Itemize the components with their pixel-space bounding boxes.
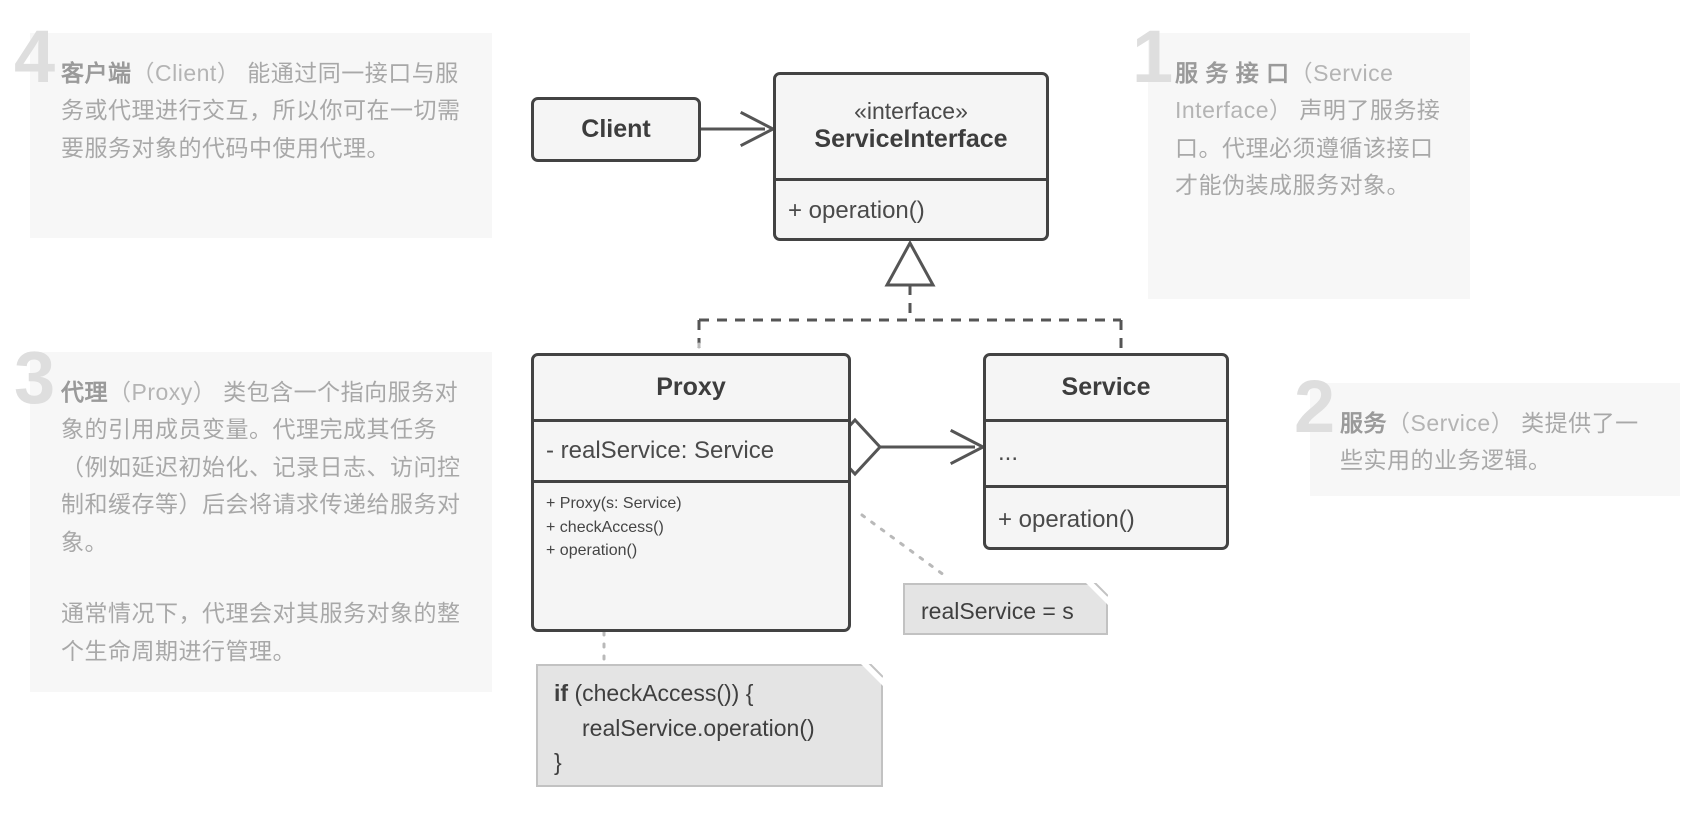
note-code-line-2: realService.operation() xyxy=(582,714,815,741)
note-code-line-3: } xyxy=(554,749,562,775)
class-header-proxy: Proxy xyxy=(534,356,848,419)
attribute-item: - realService: Service xyxy=(546,436,775,464)
operation-item: + operation() xyxy=(998,506,1135,534)
annotation-term-2: 服务 xyxy=(1340,410,1387,436)
annotation-latin-4: （Client） xyxy=(131,60,241,86)
class-header-service-interface: «interface» ServiceInterface xyxy=(776,75,1046,178)
annotation-text-1: 服 务 接 口（Service Interface） 声明了服务接口。代理必须遵… xyxy=(1175,55,1445,205)
class-attributes-service: ... xyxy=(986,419,1226,485)
class-operations-service-interface: + operation() xyxy=(776,178,1046,238)
code-keyword-if: if xyxy=(554,680,569,706)
annotation-latin-3: （Proxy） xyxy=(108,379,217,405)
operation-item: + operation() xyxy=(546,542,638,560)
class-name-service-interface: ServiceInterface xyxy=(814,124,1008,153)
open-arrow-head-client xyxy=(739,110,777,148)
note-assignment-text: realService = s xyxy=(921,598,1074,624)
class-operations-service: + operation() xyxy=(986,485,1226,547)
note-code-line-1: if (checkAccess()) { xyxy=(554,676,863,711)
annotation-number-3: 3 xyxy=(14,336,55,419)
note-code: if (checkAccess()) { realService.operati… xyxy=(536,664,883,787)
annotation-text-3: 代理（Proxy） 类包含一个指向服务对象的引用成员变量。代理完成其任务（例如延… xyxy=(61,374,465,670)
annotation-text-2: 服务（Service） 类提供了一些实用的业务逻辑。 xyxy=(1340,405,1660,480)
class-box-service[interactable]: Service ... + operation() xyxy=(983,353,1229,550)
class-stereotype-service-interface: «interface» xyxy=(854,98,968,125)
note-link-assignment xyxy=(860,513,950,580)
annotation-body2-3: 通常情况下，代理会对其服务对象的整个生命周期进行管理。 xyxy=(61,600,461,664)
class-header-service: Service xyxy=(986,356,1226,419)
note-code-body: if (checkAccess()) { realService.operati… xyxy=(538,666,881,792)
class-attributes-proxy: - realService: Service xyxy=(534,419,848,480)
annotation-number-4: 4 xyxy=(14,15,55,98)
annotation-body-3: 类包含一个指向服务对象的引用成员变量。代理完成其任务（例如延迟初始化、记录日志、… xyxy=(61,379,461,555)
attribute-item: ... xyxy=(998,439,1019,467)
open-arrow-head-service xyxy=(949,428,987,466)
class-name-client: Client xyxy=(581,115,651,144)
annotation-number-1: 1 xyxy=(1132,15,1173,98)
class-box-client[interactable]: Client xyxy=(531,97,701,162)
class-title-client: Client xyxy=(534,100,698,159)
annotation-term-4: 客户端 xyxy=(61,60,132,86)
annotation-latin-2: （Service） xyxy=(1387,410,1515,436)
class-name-proxy: Proxy xyxy=(656,373,726,402)
operation-item: + Proxy(s: Service) xyxy=(546,495,682,512)
class-box-proxy[interactable]: Proxy - realService: Service + Proxy(s: … xyxy=(531,353,851,632)
class-box-service-interface[interactable]: «interface» ServiceInterface + operation… xyxy=(773,72,1049,241)
annotation-text-4: 客户端（Client） 能通过同一接口与服务或代理进行交互，所以你可在一切需要服… xyxy=(61,55,465,167)
code-condition: (checkAccess()) { xyxy=(568,680,754,706)
annotation-term-3: 代理 xyxy=(61,379,108,405)
class-operations-proxy: + Proxy(s: Service) + checkAccess() + op… xyxy=(534,480,848,629)
annotation-number-2: 2 xyxy=(1294,365,1335,448)
note-assignment: realService = s xyxy=(903,583,1108,635)
hollow-triangle-realization xyxy=(884,239,936,287)
class-name-service: Service xyxy=(1061,373,1151,402)
operation-item: + checkAccess() xyxy=(546,518,664,536)
annotation-term-1: 服 务 接 口 xyxy=(1175,60,1290,86)
operation-item: + operation() xyxy=(788,196,925,224)
